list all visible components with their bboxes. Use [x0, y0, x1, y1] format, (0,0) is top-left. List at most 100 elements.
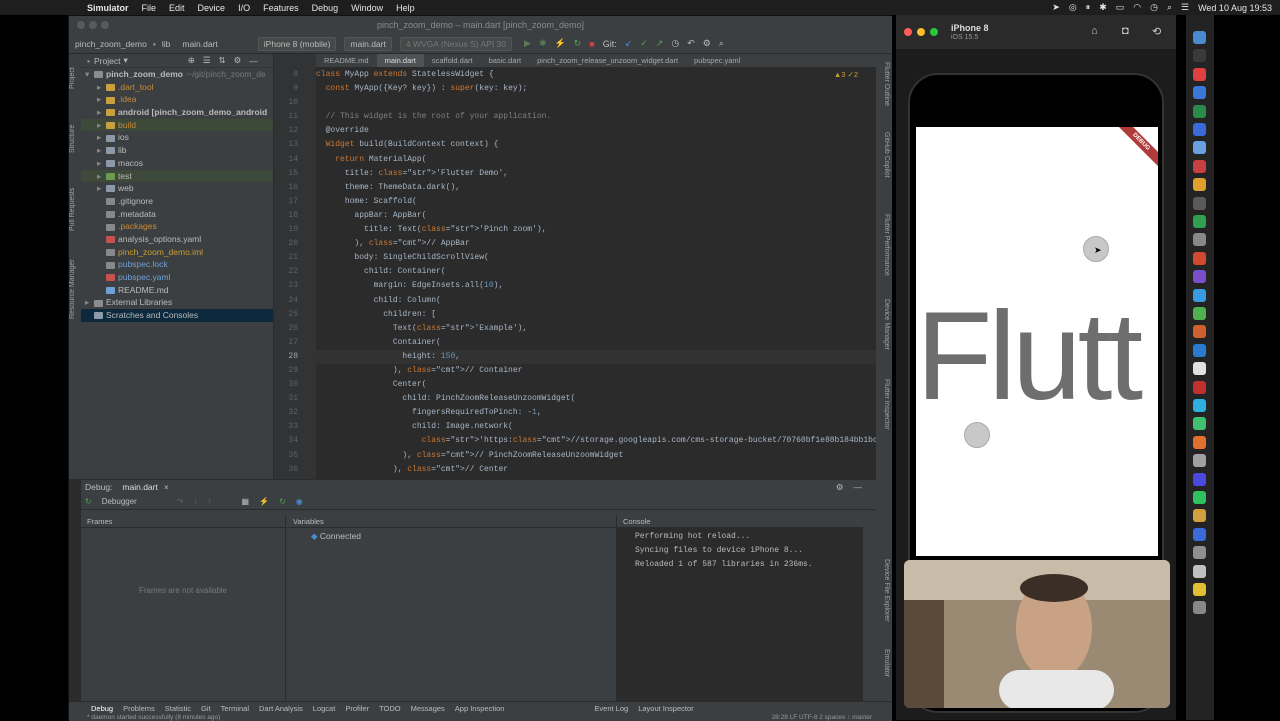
code-line[interactable]: return MaterialApp( — [316, 153, 876, 167]
tool-window-tab[interactable]: TODO — [379, 704, 401, 713]
dock-app-icon[interactable] — [1193, 509, 1206, 523]
code-line[interactable]: height: 150, — [316, 349, 876, 364]
dock-app-icon[interactable] — [1193, 472, 1206, 486]
history-icon[interactable]: ◷ — [671, 38, 679, 49]
chevron-icon[interactable]: ▸ — [97, 119, 106, 132]
code-line[interactable]: home: Scaffold( — [316, 195, 876, 209]
debugger-tab[interactable]: Debugger — [102, 497, 137, 506]
bluetooth-icon[interactable]: ✱ — [1099, 2, 1107, 13]
tool-window-tab[interactable]: Git — [201, 704, 211, 713]
tree-item[interactable]: pubspec.lock — [81, 258, 273, 271]
zoomed-flutter-image[interactable]: Flutt — [916, 285, 1143, 428]
vpn-icon[interactable]: ◎ — [1069, 2, 1077, 13]
code-line[interactable] — [316, 96, 876, 110]
dock-app-icon[interactable] — [1193, 325, 1206, 339]
chevron-icon[interactable]: ▸ — [97, 144, 106, 157]
close-window-icon[interactable] — [77, 21, 85, 29]
dock-app-icon[interactable] — [1193, 583, 1206, 596]
gear-icon[interactable]: ⚙ — [234, 55, 242, 66]
gear-icon[interactable]: ⚙ — [836, 482, 844, 493]
tree-item[interactable]: ▸ lib — [81, 144, 273, 157]
dock-app-icon[interactable] — [1193, 178, 1206, 192]
code-line[interactable]: ), class="cmt">// AppBar — [316, 237, 876, 251]
breadcrumb-file[interactable]: main.dart — [182, 39, 217, 49]
code-line[interactable]: child: Column( — [316, 294, 876, 308]
project-panel-title[interactable]: Project — [94, 56, 120, 66]
collapse-all-icon[interactable]: ☰ — [203, 55, 211, 66]
settings-icon[interactable]: ⚙ — [703, 38, 711, 49]
tool-window-tab[interactable]: Terminal — [221, 704, 249, 713]
code-line[interactable]: Widget build(BuildContext context) { — [316, 138, 876, 152]
hot-reload-icon[interactable]: ⚡ — [554, 38, 565, 49]
dock-app-icon[interactable] — [1193, 601, 1206, 615]
zoom-window-icon[interactable] — [101, 21, 109, 29]
menu-debug[interactable]: Debug — [312, 3, 339, 13]
dock-app-icon[interactable] — [1193, 307, 1206, 320]
tool-window-tab[interactable]: Profiler — [345, 704, 369, 713]
battery-icon[interactable]: ▭ — [1116, 2, 1125, 13]
device-screen[interactable]: DEBUG Flutt ➤ — [916, 127, 1158, 556]
dock-app-icon[interactable] — [1193, 564, 1206, 578]
menu-file[interactable]: File — [142, 3, 157, 13]
clock-icon[interactable]: ◷ — [1150, 2, 1158, 13]
code-line[interactable]: @override — [316, 124, 876, 138]
run-config-selector[interactable]: main.dart — [344, 36, 392, 51]
menu-device[interactable]: Device — [198, 3, 226, 13]
expand-icon[interactable]: ⇅ — [219, 55, 226, 66]
zoom-window-icon[interactable] — [930, 28, 938, 36]
table-icon[interactable]: ▦ — [242, 497, 250, 506]
tool-window-tab[interactable]: Debug — [91, 704, 113, 713]
minimize-window-icon[interactable] — [89, 21, 97, 29]
dock-app-icon[interactable] — [1193, 141, 1206, 155]
tool-tab-device-manager[interactable]: Device Manager — [878, 299, 890, 350]
code-line[interactable]: fingersRequiredToPinch: -1, — [316, 406, 876, 420]
breadcrumb-project[interactable]: pinch_zoom_demo — [75, 39, 147, 49]
code-line[interactable]: theme: ThemeData.dark(), — [316, 181, 876, 195]
rerun-icon[interactable]: ↻ — [85, 497, 92, 506]
dock-app-icon[interactable] — [1193, 86, 1206, 100]
location-icon[interactable]: ➤ — [1052, 2, 1060, 13]
tool-window-tab[interactable]: Problems — [123, 704, 155, 713]
dock-app-icon[interactable] — [1193, 288, 1206, 302]
tree-item[interactable]: pubspec.yaml — [81, 271, 273, 284]
chevron-icon[interactable]: ▸ — [97, 170, 106, 183]
dock-app-icon[interactable] — [1193, 123, 1206, 136]
tool-tab-pull-requests[interactable]: Pull Requests — [69, 174, 81, 244]
code-line[interactable]: ), class="cmt">// Center — [316, 463, 876, 477]
variable-row[interactable]: ◆ Connected — [287, 528, 616, 542]
menu-help[interactable]: Help — [396, 3, 415, 13]
tool-window-tab[interactable]: Dart Analysis — [259, 704, 303, 713]
editor-tab[interactable]: main.dart — [376, 54, 424, 67]
menubar-clock[interactable]: Wed 10 Aug 19:53 — [1198, 3, 1272, 13]
tree-item[interactable]: ▾ pinch_zoom_demo ~/git/pinch_zoom_de — [81, 68, 273, 81]
tree-item[interactable]: Scratches and Consoles — [81, 309, 273, 322]
code-line[interactable]: child: Image.network( — [316, 420, 876, 434]
git-update-icon[interactable]: ↙ — [625, 38, 633, 49]
debug-config-tab[interactable]: main.dart — [122, 482, 157, 492]
tree-item[interactable]: ▸ build — [81, 118, 273, 132]
dock-app-icon[interactable] — [1193, 31, 1206, 44]
code-line[interactable]: margin: EdgeInsets.all(10), — [316, 279, 876, 293]
tree-item[interactable]: ▸ android [pinch_zoom_demo_android — [81, 106, 273, 119]
hot-reload-icon[interactable]: ⚡ — [259, 497, 269, 506]
hide-panel-icon[interactable]: — — [854, 482, 863, 492]
home-icon[interactable]: ⌂ — [1091, 25, 1098, 37]
menu-features[interactable]: Features — [263, 3, 299, 13]
dock-app-icon[interactable] — [1193, 454, 1206, 468]
tool-tab-device-file-explorer[interactable]: Device File Explorer — [878, 559, 890, 622]
tree-item[interactable]: ▸ test — [81, 169, 273, 183]
dock-app-icon[interactable] — [1193, 399, 1206, 412]
tree-item[interactable]: analysis_options.yaml — [81, 233, 273, 246]
tool-window-tab[interactable]: App Inspection — [455, 704, 505, 713]
tree-item[interactable]: ▸ macos — [81, 157, 273, 170]
chevron-icon[interactable]: ▾ — [85, 68, 94, 81]
screenshot-icon[interactable]: ◘ — [1122, 25, 1129, 37]
chevron-icon[interactable]: ▸ — [97, 182, 106, 195]
code-line[interactable]: body: SingleChildScrollView( — [316, 251, 876, 265]
chevron-icon[interactable]: ▸ — [97, 157, 106, 170]
tool-window-tab[interactable]: Logcat — [313, 704, 336, 713]
chevron-icon[interactable]: ▸ — [97, 106, 106, 119]
dock-app-icon[interactable] — [1193, 159, 1206, 173]
hot-restart-icon[interactable]: ↻ — [279, 497, 286, 506]
git-push-icon[interactable]: ↗ — [656, 38, 664, 49]
